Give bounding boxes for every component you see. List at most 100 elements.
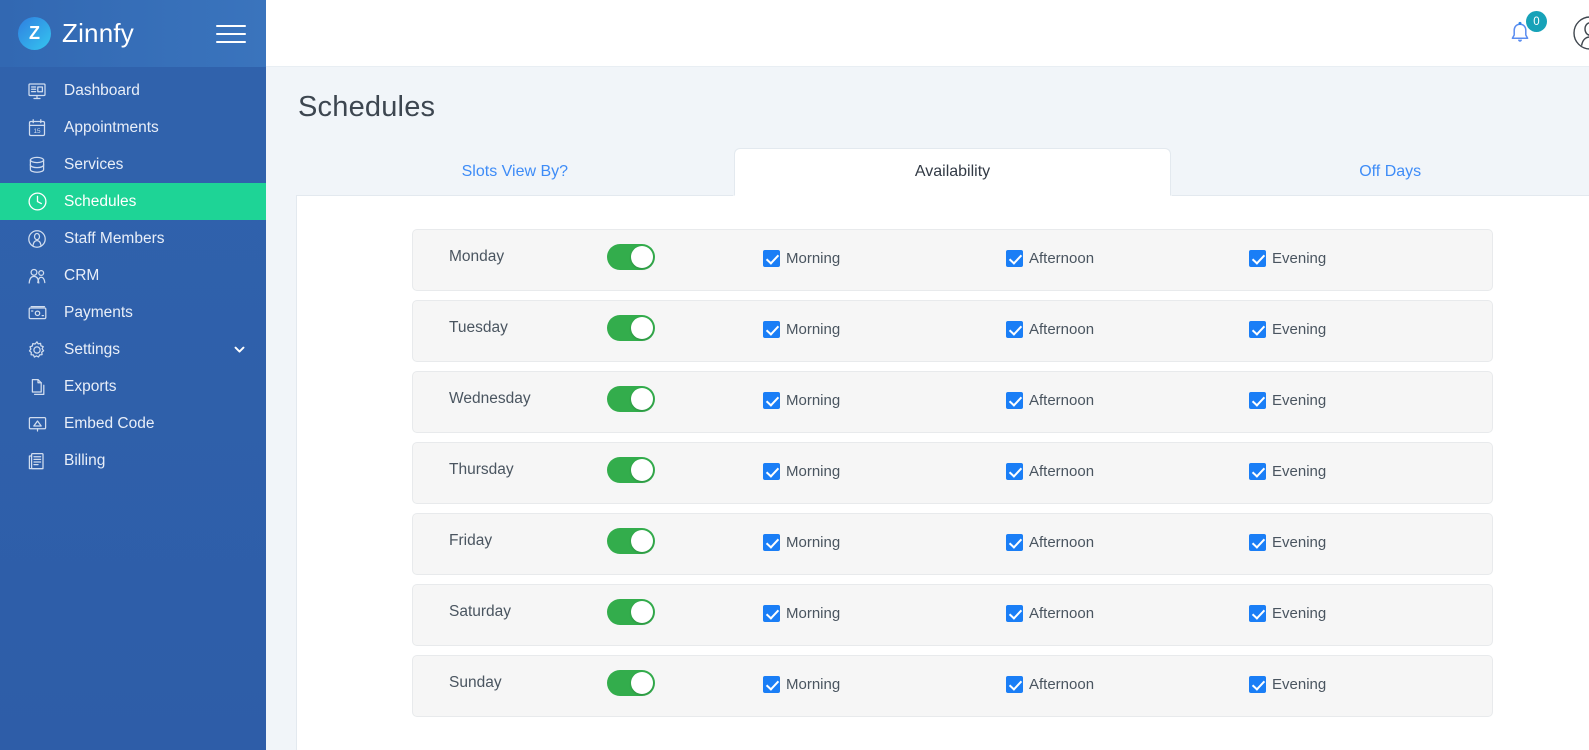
availability-row-monday: Monday Morning Afternoon Evening <box>412 229 1493 291</box>
slot-checkbox-group: Morning Afternoon Evening <box>763 675 1492 693</box>
day-enabled-toggle[interactable] <box>607 386 655 412</box>
slot-evening-monday[interactable]: Evening <box>1249 249 1492 267</box>
user-avatar-icon <box>1573 16 1589 50</box>
slot-label: Evening <box>1272 391 1327 409</box>
checkbox-checked-icon[interactable] <box>1249 320 1266 338</box>
tab-off-days[interactable]: Off Days <box>1171 148 1589 196</box>
slot-afternoon-monday[interactable]: Afternoon <box>1006 249 1249 267</box>
slot-morning-wednesday[interactable]: Morning <box>763 391 1006 409</box>
day-enabled-toggle[interactable] <box>607 599 655 625</box>
slot-label: Morning <box>786 249 841 267</box>
day-label: Sunday <box>449 674 502 691</box>
day-label: Monday <box>449 248 505 265</box>
day-enabled-toggle[interactable] <box>607 315 655 341</box>
checkbox-checked-icon[interactable] <box>763 462 780 480</box>
checkbox-checked-icon[interactable] <box>1006 675 1023 693</box>
slot-morning-monday[interactable]: Morning <box>763 249 1006 267</box>
newspaper-icon <box>24 450 50 472</box>
checkbox-checked-icon[interactable] <box>1249 462 1266 480</box>
slot-afternoon-wednesday[interactable]: Afternoon <box>1006 391 1249 409</box>
slot-label: Morning <box>786 533 841 551</box>
availability-row-thursday: Thursday Morning Afternoon Evening <box>412 442 1493 504</box>
sidebar-item-label: Payments <box>64 303 133 321</box>
checkbox-checked-icon[interactable] <box>1006 249 1023 267</box>
tab-availability[interactable]: Availability <box>733 148 1172 196</box>
tab-slots-view-by[interactable]: Slots View By? <box>296 148 734 196</box>
checkbox-checked-icon[interactable] <box>1249 604 1266 622</box>
slot-label: Evening <box>1272 675 1327 693</box>
toggle-knob <box>631 459 653 481</box>
slot-checkbox-group: Morning Afternoon Evening <box>763 320 1492 338</box>
checkbox-checked-icon[interactable] <box>763 604 780 622</box>
calendar-icon: 15 <box>24 117 50 139</box>
slot-label: Morning <box>786 391 841 409</box>
slot-morning-friday[interactable]: Morning <box>763 533 1006 551</box>
checkbox-checked-icon[interactable] <box>1006 533 1023 551</box>
slot-evening-friday[interactable]: Evening <box>1249 533 1492 551</box>
slot-evening-thursday[interactable]: Evening <box>1249 462 1492 480</box>
sidebar-item-exports[interactable]: Exports <box>0 368 266 405</box>
slot-afternoon-friday[interactable]: Afternoon <box>1006 533 1249 551</box>
sidebar-item-appointments[interactable]: 15 Appointments <box>0 109 266 146</box>
sidebar-item-crm[interactable]: CRM <box>0 257 266 294</box>
tab-bar: Slots View By? Availability Off Days <box>296 148 1589 196</box>
sidebar-item-dashboard[interactable]: Dashboard <box>0 72 266 109</box>
slot-morning-saturday[interactable]: Morning <box>763 604 1006 622</box>
slot-morning-tuesday[interactable]: Morning <box>763 320 1006 338</box>
day-enabled-toggle[interactable] <box>607 457 655 483</box>
sidebar-item-label: Appointments <box>64 118 159 136</box>
slot-evening-sunday[interactable]: Evening <box>1249 675 1492 693</box>
slot-checkbox-group: Morning Afternoon Evening <box>763 391 1492 409</box>
sidebar-item-schedules[interactable]: Schedules <box>0 183 266 220</box>
sidebar-item-settings[interactable]: Settings <box>0 331 266 368</box>
checkbox-checked-icon[interactable] <box>1249 675 1266 693</box>
sidebar-item-payments[interactable]: Payments <box>0 294 266 331</box>
availability-rows: Monday Morning Afternoon Evening Tuesday Morn… <box>297 229 1589 717</box>
checkbox-checked-icon[interactable] <box>763 249 780 267</box>
slot-checkbox-group: Morning Afternoon Evening <box>763 533 1492 551</box>
slot-morning-sunday[interactable]: Morning <box>763 675 1006 693</box>
toggle-knob <box>631 246 653 268</box>
slot-label: Evening <box>1272 462 1327 480</box>
notifications-button[interactable]: 0 <box>1503 11 1547 50</box>
database-icon <box>24 154 50 176</box>
checkbox-checked-icon[interactable] <box>1249 391 1266 409</box>
slot-evening-wednesday[interactable]: Evening <box>1249 391 1492 409</box>
slot-afternoon-thursday[interactable]: Afternoon <box>1006 462 1249 480</box>
slot-morning-thursday[interactable]: Morning <box>763 462 1006 480</box>
topbar: 0 <box>266 0 1589 67</box>
checkbox-checked-icon[interactable] <box>763 533 780 551</box>
day-enabled-toggle[interactable] <box>607 244 655 270</box>
slot-label: Morning <box>786 462 841 480</box>
slot-evening-saturday[interactable]: Evening <box>1249 604 1492 622</box>
sidebar-item-services[interactable]: Services <box>0 146 266 183</box>
page-content: Schedules Slots View By? Availability Off … <box>266 67 1589 750</box>
checkbox-checked-icon[interactable] <box>1006 604 1023 622</box>
day-enabled-toggle[interactable] <box>607 528 655 554</box>
checkbox-checked-icon[interactable] <box>763 675 780 693</box>
monitor-icon <box>24 80 50 102</box>
checkbox-checked-icon[interactable] <box>1006 391 1023 409</box>
slot-afternoon-saturday[interactable]: Afternoon <box>1006 604 1249 622</box>
main-area: 0 Schedules Slots View By? Availability Of… <box>266 0 1589 750</box>
checkbox-checked-icon[interactable] <box>763 391 780 409</box>
day-enabled-toggle[interactable] <box>607 670 655 696</box>
availability-card: Monday Morning Afternoon Evening Tuesday Morn… <box>296 195 1589 750</box>
app-logo-icon: Z <box>18 17 51 50</box>
profile-avatar-button[interactable] <box>1573 16 1589 50</box>
slot-evening-tuesday[interactable]: Evening <box>1249 320 1492 338</box>
hamburger-menu-icon[interactable] <box>216 23 246 45</box>
sidebar-item-staff-members[interactable]: Staff Members <box>0 220 266 257</box>
checkbox-checked-icon[interactable] <box>1006 462 1023 480</box>
checkbox-checked-icon[interactable] <box>763 320 780 338</box>
slot-afternoon-sunday[interactable]: Afternoon <box>1006 675 1249 693</box>
sidebar-item-billing[interactable]: Billing <box>0 442 266 479</box>
sidebar-item-embed-code[interactable]: Embed Code <box>0 405 266 442</box>
slot-label: Afternoon <box>1029 675 1095 693</box>
checkbox-checked-icon[interactable] <box>1006 320 1023 338</box>
slot-label: Afternoon <box>1029 462 1095 480</box>
slot-afternoon-tuesday[interactable]: Afternoon <box>1006 320 1249 338</box>
checkbox-checked-icon[interactable] <box>1249 249 1266 267</box>
checkbox-checked-icon[interactable] <box>1249 533 1266 551</box>
chevron-down-icon[interactable] <box>232 343 246 357</box>
